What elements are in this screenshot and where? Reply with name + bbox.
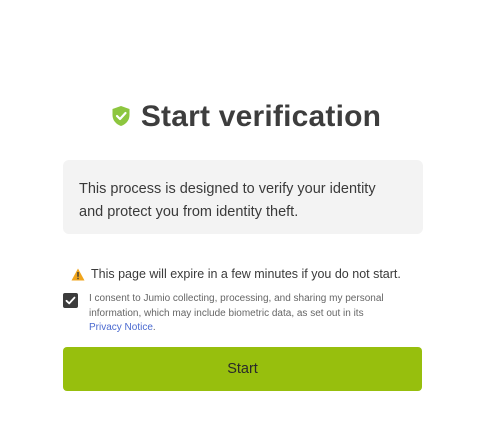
warning-text: This page will expire in a few minutes i… <box>91 267 401 281</box>
page-title: Start verification <box>140 100 382 133</box>
consent-text-line-2: information, which may include biometric… <box>89 307 364 319</box>
checkmark-icon <box>65 296 76 305</box>
info-box: This process is designed to verify your … <box>63 160 423 234</box>
info-text-line-2: and protect you from identity theft. <box>79 204 299 220</box>
start-button[interactable]: Start <box>63 347 422 391</box>
consent-text: I consent to Jumio collecting, processin… <box>89 292 427 336</box>
consent-checkbox[interactable] <box>63 293 78 308</box>
warning-icon <box>71 268 85 280</box>
shield-check-icon <box>112 106 130 126</box>
consent-suffix: . <box>152 322 156 333</box>
consent-text-line-1: I consent to Jumio collecting, processin… <box>89 293 384 304</box>
privacy-notice-link[interactable]: Privacy Notice <box>89 322 153 333</box>
consent-row: I consent to Jumio collecting, processin… <box>63 292 427 336</box>
expiry-warning: This page will expire in a few minutes i… <box>71 267 401 281</box>
consent-text-line-3: Privacy Notice. <box>89 321 427 336</box>
page-header: Start verification <box>0 100 492 134</box>
info-text-line-1: This process is designed to verify your … <box>79 181 376 197</box>
